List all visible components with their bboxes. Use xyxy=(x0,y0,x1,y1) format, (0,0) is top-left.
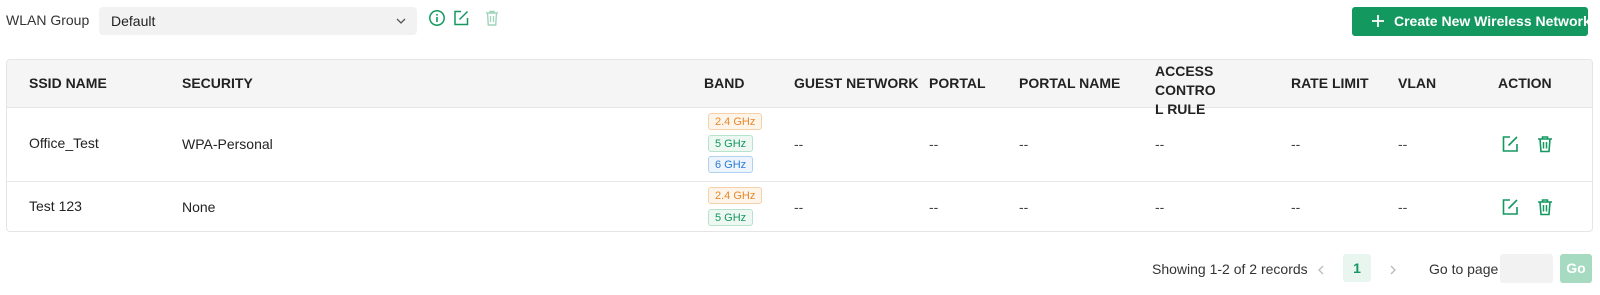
row-access-control-rule: -- xyxy=(1155,136,1165,152)
delete-icon[interactable] xyxy=(483,9,501,27)
row-portal: -- xyxy=(929,199,939,215)
info-icon[interactable] xyxy=(428,9,446,27)
edit-icon[interactable] xyxy=(1500,134,1520,154)
header-vlan: VLAN xyxy=(1398,75,1437,91)
band-badge-2-4ghz: 2.4 GHz xyxy=(708,187,763,204)
row-rate-limit: -- xyxy=(1291,199,1301,215)
row-security: None xyxy=(182,199,216,215)
page-button-current[interactable]: 1 xyxy=(1343,254,1371,282)
row-rate-limit: -- xyxy=(1291,136,1301,152)
row-guest-network: -- xyxy=(794,199,804,215)
delete-icon[interactable] xyxy=(1535,197,1555,217)
header-security: SECURITY xyxy=(182,75,253,91)
plus-icon xyxy=(1372,15,1384,27)
header-band: BAND xyxy=(704,75,745,91)
chevron-right-icon[interactable] xyxy=(1388,264,1398,276)
table-row: Test 123 None 2.4 GHz 5 GHz -- -- -- -- … xyxy=(7,182,1592,231)
row-access-control-rule: -- xyxy=(1155,199,1165,215)
header-guest-network: GUEST NETWORK xyxy=(794,75,919,91)
header-ssid-name: SSID NAME xyxy=(29,75,107,91)
delete-icon[interactable] xyxy=(1535,134,1555,154)
row-ssid-name: Test 123 xyxy=(29,198,82,214)
edit-icon[interactable] xyxy=(452,9,470,27)
row-ssid-name: Office_Test xyxy=(29,135,99,151)
header-action: ACTION xyxy=(1498,75,1552,91)
records-summary: Showing 1-2 of 2 records xyxy=(1152,261,1308,277)
chevron-down-icon xyxy=(396,18,406,24)
pagination: Showing 1-2 of 2 records 1 Go to page Go xyxy=(0,249,1600,285)
table-row: Office_Test WPA-Personal 2.4 GHz 5 GHz 6… xyxy=(7,108,1592,182)
band-badge-5ghz: 5 GHz xyxy=(708,135,754,152)
goto-page-label: Go to page xyxy=(1429,261,1499,277)
goto-page-input[interactable] xyxy=(1500,254,1553,283)
wlan-group-value: Default xyxy=(111,13,156,29)
header-rate-limit: RATE LIMIT xyxy=(1291,75,1369,91)
row-guest-network: -- xyxy=(794,136,804,152)
create-wireless-network-button[interactable]: Create New Wireless Network xyxy=(1352,7,1591,36)
row-portal-name: -- xyxy=(1019,199,1029,215)
row-portal-name: -- xyxy=(1019,136,1029,152)
header-portal: PORTAL xyxy=(929,75,986,91)
row-portal: -- xyxy=(929,136,939,152)
toolbar: WLAN Group Default Create New Wireless N… xyxy=(0,0,1600,44)
header-access-control-rule-line1: ACCESS CONTRO xyxy=(1155,63,1216,98)
create-button-label: Create New Wireless Network xyxy=(1394,13,1591,29)
wlan-group-label: WLAN Group xyxy=(6,12,90,28)
edit-icon[interactable] xyxy=(1500,197,1520,217)
band-badge-5ghz: 5 GHz xyxy=(708,209,754,226)
row-vlan: -- xyxy=(1398,136,1408,152)
row-vlan: -- xyxy=(1398,199,1408,215)
wlan-group-select[interactable]: Default xyxy=(99,7,417,35)
table-header: SSID NAME SECURITY BAND GUEST NETWORK PO… xyxy=(7,60,1592,117)
chevron-left-icon[interactable] xyxy=(1316,264,1326,276)
wireless-networks-table: SSID NAME SECURITY BAND GUEST NETWORK PO… xyxy=(6,59,1593,232)
band-badge-6ghz: 6 GHz xyxy=(708,156,754,173)
go-button[interactable]: Go xyxy=(1560,254,1592,283)
row-security: WPA-Personal xyxy=(182,136,273,152)
header-portal-name: PORTAL NAME xyxy=(1019,75,1121,91)
band-badge-2-4ghz: 2.4 GHz xyxy=(708,113,763,130)
